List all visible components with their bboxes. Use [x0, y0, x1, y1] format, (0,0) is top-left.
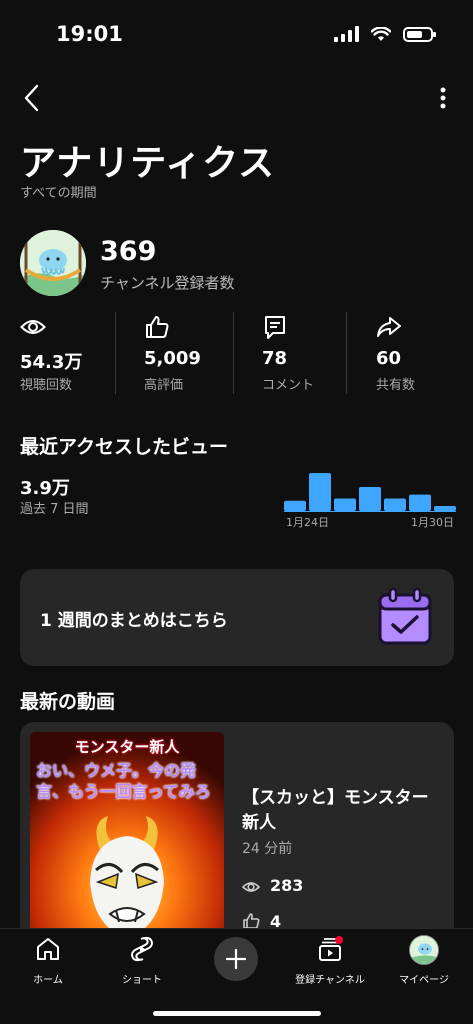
- recent-views-period: 過去 7 日間: [20, 502, 89, 517]
- status-bar: 19:01: [0, 0, 473, 66]
- chart-bar: [384, 498, 406, 511]
- comment-icon: [265, 316, 285, 339]
- back-button[interactable]: [14, 80, 50, 116]
- stat-label: 視聴回数: [20, 378, 73, 393]
- nav-home[interactable]: ホーム: [1, 935, 95, 989]
- home-icon: [37, 938, 59, 960]
- video-views-count: 283: [270, 876, 304, 895]
- latest-video-title: 最新の動画: [20, 691, 116, 713]
- subscriber-count: 369: [100, 236, 157, 267]
- chart-bar: [309, 473, 331, 511]
- video-published-time: 24 分前: [242, 841, 293, 857]
- nav-subscriptions[interactable]: 登録チャンネル: [283, 935, 377, 989]
- video-title: 【スカッと】モンスター新人: [242, 788, 429, 833]
- create-button[interactable]: [214, 937, 258, 981]
- stat-value: 60: [376, 348, 402, 369]
- thumbs-up-icon: [146, 316, 169, 338]
- chart-tick-label: 1月30日: [411, 516, 454, 529]
- nav-label: 登録チャンネル: [295, 975, 365, 986]
- video-thumbnail[interactable]: モンスター新人 おい、ウメ子。今の発言、もう一回言ってみろ: [30, 732, 224, 942]
- eye-icon: [242, 882, 260, 892]
- stat-value: 54.3万: [20, 352, 83, 373]
- nav-mypage[interactable]: マイページ: [377, 935, 471, 989]
- channel-avatar[interactable]: [20, 230, 86, 296]
- recent-views-title: 最近アクセスしたビュー: [20, 436, 229, 458]
- status-time: 19:01: [56, 22, 123, 46]
- share-icon: [377, 317, 401, 337]
- more-options-button[interactable]: [433, 82, 453, 114]
- chart-bar: [284, 500, 306, 511]
- chart-bar: [409, 494, 431, 511]
- chart-tick-label: 1月24日: [286, 516, 329, 529]
- eye-icon: [20, 320, 46, 334]
- stats-row: 54.3万 視聴回数 5,009 高評価 78 コメント 60 共有数: [0, 310, 473, 396]
- avatar-icon: [409, 935, 439, 965]
- thumbnail-quote-text: おい、ウメ子。今の発言、もう一回言ってみろ: [36, 761, 211, 801]
- chart-bar: [359, 487, 381, 511]
- nav-label: ショート: [122, 975, 162, 986]
- thumbnail-title-text: モンスター新人: [74, 738, 180, 756]
- nav-label: ホーム: [33, 975, 63, 986]
- divider: [233, 312, 234, 394]
- weekly-summary-label: 1 週間のまとめはこちら: [40, 611, 228, 631]
- page-title: アナリティクス: [20, 143, 276, 184]
- recent-views-value: 3.9万: [20, 478, 70, 499]
- stat-value: 78: [262, 348, 288, 369]
- bottom-navigation: ホーム ショート 登録チャンネル マイページ: [0, 928, 473, 1024]
- chevron-left-icon: [24, 84, 39, 112]
- stat-label: コメント: [262, 378, 315, 393]
- subscriber-label: チャンネル登録者数: [100, 274, 235, 292]
- divider: [115, 312, 116, 394]
- subscriptions-icon: [319, 936, 343, 961]
- jellyfish-avatar-icon: [20, 230, 86, 296]
- battery-icon: [403, 26, 436, 42]
- nav-label: マイページ: [399, 975, 449, 986]
- page-subtitle: すべての期間: [20, 186, 97, 201]
- stat-value: 5,009: [144, 348, 201, 369]
- wifi-icon: [371, 26, 391, 41]
- signal-icon: [334, 26, 359, 42]
- divider: [346, 312, 347, 394]
- status-icons: [334, 26, 436, 42]
- weekly-summary-card[interactable]: 1 週間のまとめはこちら: [20, 569, 454, 666]
- plus-icon: [225, 948, 247, 970]
- home-indicator[interactable]: [153, 1011, 321, 1016]
- shorts-icon: [130, 936, 154, 962]
- chart-bar: [434, 506, 456, 511]
- stat-label: 共有数: [376, 378, 416, 393]
- chart-bar: [334, 498, 356, 511]
- calendar-check-icon: [378, 587, 432, 645]
- top-bar: [0, 76, 473, 120]
- stat-label: 高評価: [144, 378, 184, 393]
- nav-shorts[interactable]: ショート: [95, 935, 189, 989]
- views-bar-chart[interactable]: 1月24日 1月30日: [284, 466, 456, 530]
- more-vertical-icon: [440, 87, 446, 109]
- latest-video-card[interactable]: モンスター新人 おい、ウメ子。今の発言、もう一回言ってみろ 【スカッと】モンスタ…: [20, 722, 454, 942]
